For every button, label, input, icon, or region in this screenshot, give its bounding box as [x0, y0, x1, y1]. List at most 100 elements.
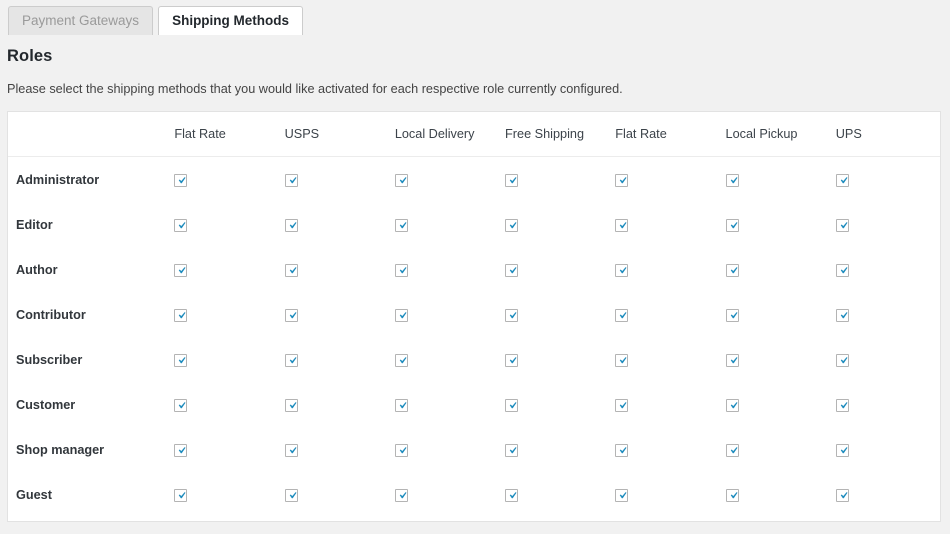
checkbox-contributor-ups-6[interactable]	[836, 309, 849, 322]
checkbox-contributor-local-delivery-2[interactable]	[395, 309, 408, 322]
checkbox-cell	[279, 427, 389, 472]
table-row: Guest	[8, 472, 940, 517]
checkbox-cell	[389, 202, 499, 247]
column-header-flat-rate-4: Flat Rate	[609, 112, 719, 157]
checkbox-cell	[279, 202, 389, 247]
checkbox-customer-ups-6[interactable]	[836, 399, 849, 412]
checkbox-cell	[389, 382, 499, 427]
checkbox-editor-free-shipping-3[interactable]	[505, 219, 518, 232]
checkbox-author-ups-6[interactable]	[836, 264, 849, 277]
checkbox-author-free-shipping-3[interactable]	[505, 264, 518, 277]
column-header-local-pickup-5: Local Pickup	[720, 112, 830, 157]
checkbox-editor-local-pickup-5[interactable]	[726, 219, 739, 232]
column-header-ups-6: UPS	[830, 112, 940, 157]
checkbox-author-local-pickup-5[interactable]	[726, 264, 739, 277]
checkbox-subscriber-free-shipping-3[interactable]	[505, 354, 518, 367]
column-header-role	[8, 112, 168, 157]
checkbox-cell	[389, 157, 499, 203]
checkbox-subscriber-local-pickup-5[interactable]	[726, 354, 739, 367]
checkbox-editor-flat-rate-0[interactable]	[174, 219, 187, 232]
checkbox-subscriber-local-delivery-2[interactable]	[395, 354, 408, 367]
checkbox-customer-flat-rate-4[interactable]	[615, 399, 628, 412]
checkbox-cell	[279, 382, 389, 427]
column-header-label: UPS	[830, 127, 940, 141]
role-label: Author	[8, 263, 58, 277]
checkbox-editor-flat-rate-4[interactable]	[615, 219, 628, 232]
checkbox-author-flat-rate-0[interactable]	[174, 264, 187, 277]
role-cell-shop-manager: Shop manager	[8, 427, 168, 472]
tab-payment-gateways[interactable]: Payment Gateways	[8, 6, 153, 35]
checkbox-shop-manager-usps-1[interactable]	[285, 444, 298, 457]
checkbox-guest-ups-6[interactable]	[836, 489, 849, 502]
checkbox-author-usps-1[interactable]	[285, 264, 298, 277]
checkbox-subscriber-usps-1[interactable]	[285, 354, 298, 367]
checkbox-editor-ups-6[interactable]	[836, 219, 849, 232]
checkbox-cell	[499, 247, 609, 292]
checkbox-editor-usps-1[interactable]	[285, 219, 298, 232]
checkbox-cell	[389, 427, 499, 472]
checkbox-administrator-ups-6[interactable]	[836, 174, 849, 187]
column-header-label: Free Shipping	[499, 127, 609, 141]
checkbox-cell	[168, 247, 278, 292]
checkbox-shop-manager-local-pickup-5[interactable]	[726, 444, 739, 457]
checkbox-subscriber-ups-6[interactable]	[836, 354, 849, 367]
checkbox-contributor-local-pickup-5[interactable]	[726, 309, 739, 322]
checkbox-cell	[279, 472, 389, 517]
checkbox-administrator-local-pickup-5[interactable]	[726, 174, 739, 187]
role-label: Shop manager	[8, 443, 104, 457]
checkbox-cell	[609, 247, 719, 292]
checkbox-contributor-free-shipping-3[interactable]	[505, 309, 518, 322]
checkbox-subscriber-flat-rate-4[interactable]	[615, 354, 628, 367]
checkbox-shop-manager-free-shipping-3[interactable]	[505, 444, 518, 457]
checkbox-customer-free-shipping-3[interactable]	[505, 399, 518, 412]
checkbox-guest-free-shipping-3[interactable]	[505, 489, 518, 502]
table-row: Customer	[8, 382, 940, 427]
checkbox-cell	[168, 157, 278, 203]
role-label: Editor	[8, 218, 53, 232]
checkbox-author-flat-rate-4[interactable]	[615, 264, 628, 277]
checkbox-editor-local-delivery-2[interactable]	[395, 219, 408, 232]
checkbox-administrator-local-delivery-2[interactable]	[395, 174, 408, 187]
checkbox-cell	[830, 427, 940, 472]
checkbox-customer-usps-1[interactable]	[285, 399, 298, 412]
checkbox-cell	[168, 472, 278, 517]
checkbox-cell	[830, 337, 940, 382]
checkbox-author-local-delivery-2[interactable]	[395, 264, 408, 277]
checkbox-cell	[830, 472, 940, 517]
checkbox-customer-local-pickup-5[interactable]	[726, 399, 739, 412]
checkbox-shop-manager-flat-rate-0[interactable]	[174, 444, 187, 457]
checkbox-cell	[720, 157, 830, 203]
role-label: Guest	[8, 488, 52, 502]
checkbox-guest-local-pickup-5[interactable]	[726, 489, 739, 502]
checkbox-shop-manager-ups-6[interactable]	[836, 444, 849, 457]
checkbox-administrator-usps-1[interactable]	[285, 174, 298, 187]
checkbox-cell	[279, 247, 389, 292]
checkbox-cell	[168, 337, 278, 382]
table-row: Contributor	[8, 292, 940, 337]
checkbox-contributor-flat-rate-4[interactable]	[615, 309, 628, 322]
role-cell-customer: Customer	[8, 382, 168, 427]
checkbox-contributor-flat-rate-0[interactable]	[174, 309, 187, 322]
checkbox-cell	[499, 292, 609, 337]
checkbox-guest-local-delivery-2[interactable]	[395, 489, 408, 502]
checkbox-shop-manager-flat-rate-4[interactable]	[615, 444, 628, 457]
checkbox-cell	[279, 337, 389, 382]
checkbox-administrator-free-shipping-3[interactable]	[505, 174, 518, 187]
checkbox-guest-usps-1[interactable]	[285, 489, 298, 502]
checkbox-cell	[168, 427, 278, 472]
page-description: Please select the shipping methods that …	[7, 82, 623, 96]
column-header-label: Local Pickup	[720, 127, 830, 141]
checkbox-administrator-flat-rate-4[interactable]	[615, 174, 628, 187]
checkbox-administrator-flat-rate-0[interactable]	[174, 174, 187, 187]
checkbox-contributor-usps-1[interactable]	[285, 309, 298, 322]
checkbox-subscriber-flat-rate-0[interactable]	[174, 354, 187, 367]
table-row: Author	[8, 247, 940, 292]
checkbox-shop-manager-local-delivery-2[interactable]	[395, 444, 408, 457]
checkbox-customer-local-delivery-2[interactable]	[395, 399, 408, 412]
roles-table-body: AdministratorEditorAuthorContributorSubs…	[8, 157, 940, 518]
checkbox-cell	[609, 472, 719, 517]
tab-shipping-methods[interactable]: Shipping Methods	[158, 6, 303, 35]
checkbox-guest-flat-rate-4[interactable]	[615, 489, 628, 502]
checkbox-guest-flat-rate-0[interactable]	[174, 489, 187, 502]
checkbox-customer-flat-rate-0[interactable]	[174, 399, 187, 412]
